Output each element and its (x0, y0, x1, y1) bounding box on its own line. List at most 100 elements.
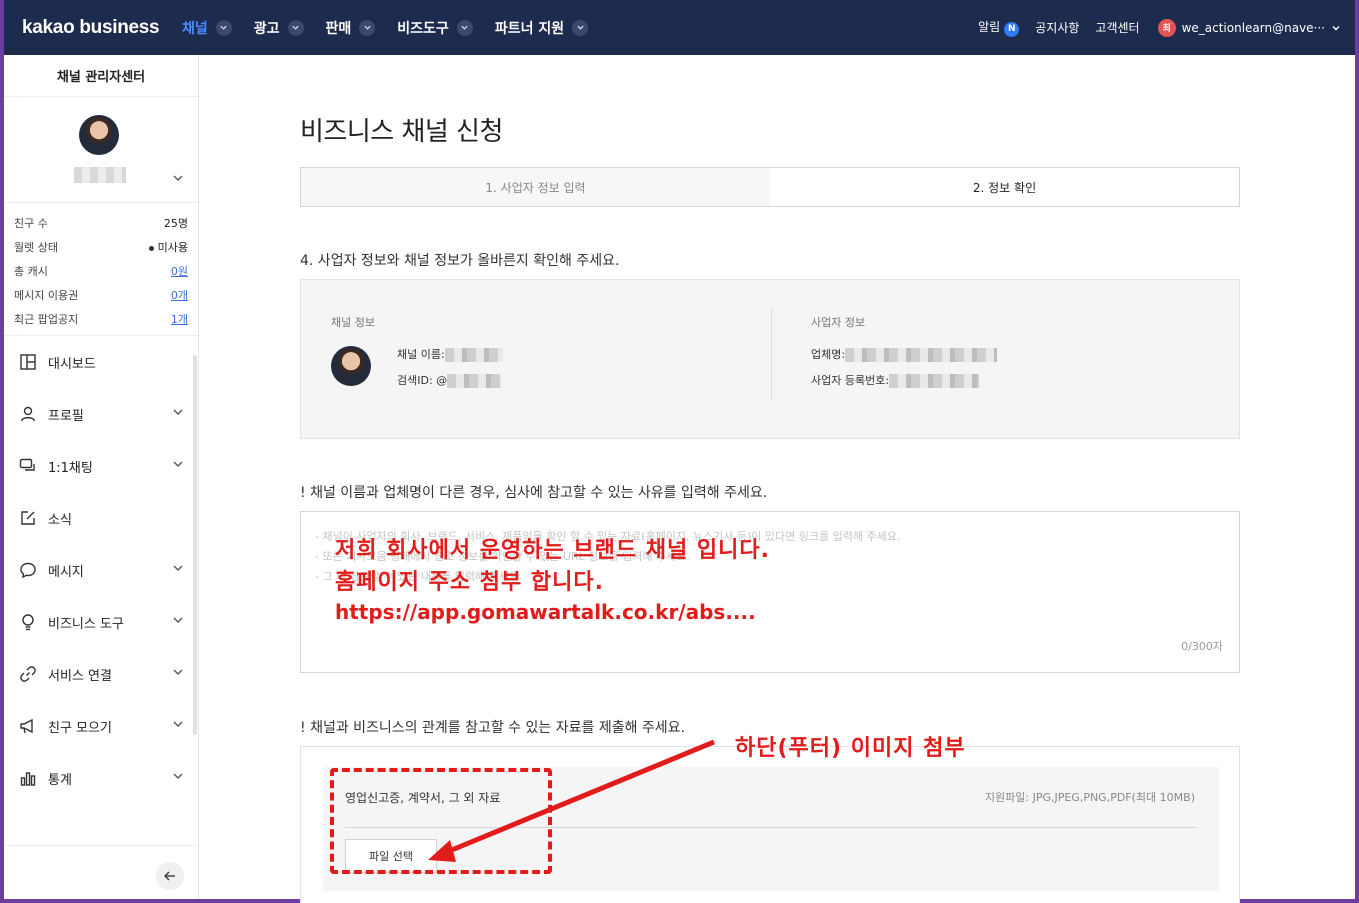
nav-item-label: 판매 (325, 20, 352, 37)
lightbulb-icon (18, 612, 38, 632)
sidebar-item-label: 소식 (48, 512, 72, 528)
annotation-arrow-icon (428, 740, 715, 862)
channel-name-label: 채널 이름: (397, 348, 445, 361)
top-navigation-bar: kakao business 채널 광고 판매 비즈도구 파트너 지원 알림 N … (4, 0, 1355, 55)
sidebar-scrollbar[interactable] (193, 355, 197, 735)
channel-info-title: 채널 정보 (331, 316, 375, 329)
annotation-text-line: 저희 회사에서 운영하는 브랜드 채널 입니다. (335, 538, 770, 563)
stat-popup-notice: 최근 팝업공지 1개 (14, 307, 188, 331)
nav-item-channel[interactable]: 채널 (182, 18, 232, 38)
sidebar-item-label: 비즈니스 도구 (48, 616, 124, 632)
chevron-down-icon (172, 718, 184, 734)
nav-item-ads[interactable]: 광고 (254, 18, 304, 38)
stat-value: 25명 (163, 217, 188, 230)
channel-avatar (79, 115, 119, 155)
step-label: 1. 사업자 정보 입력 (485, 180, 586, 195)
character-counter: 0/300자 (1181, 640, 1223, 653)
sidebar-item-label: 친구 모으기 (48, 720, 112, 736)
main-menu: 채널 광고 판매 비즈도구 파트너 지원 (182, 18, 610, 38)
stat-label: 친구 수 (14, 217, 48, 230)
nav-utility-links: 알림 N 공지사항 고객센터 최 we_actionlearn@nave··· (962, 18, 1341, 37)
channel-stats: 친구 수 25명 월렛 상태 미사용 총 캐시 0원 메시지 이용권 0개 최근 팝업공… (4, 203, 198, 336)
step-indicator: 1. 사업자 정보 입력 2. 정보 확인 (300, 167, 1240, 207)
registration-number-label: 사업자 등록번호: (811, 374, 890, 387)
nav-item-biz-tools[interactable]: 비즈도구 (397, 18, 473, 38)
bar-chart-icon (18, 768, 38, 788)
annotation-text-line: 홈페이지 주소 첨부 합니다. (335, 570, 604, 595)
step-1: 1. 사업자 정보 입력 (301, 168, 770, 206)
reason-section-label: ! 채널 이름과 업체명이 다른 경우, 심사에 참고할 수 있는 사유를 입력… (300, 485, 768, 501)
nav-item-label: 파트너 지원 (494, 20, 565, 37)
alarm-link[interactable]: 알림 N (978, 18, 1020, 37)
person-icon (18, 404, 38, 424)
search-id-label: 검색ID: @ (397, 374, 448, 387)
chevron-down-icon[interactable] (1331, 23, 1341, 33)
sidebar-item-label: 대시보드 (48, 356, 96, 372)
stat-value-link[interactable]: 0개 (171, 287, 188, 303)
channel-profile[interactable] (4, 97, 198, 203)
stat-friends: 친구 수 25명 (14, 211, 188, 235)
stat-label: 최근 팝업공지 (14, 313, 79, 326)
supported-files-hint: 지원파일: JPG,JPEG,PNG,PDF(최대 10MB) (984, 791, 1195, 804)
file-section-label: ! 채널과 비즈니스의 관계를 참고할 수 있는 자료를 제출해 주세요. (300, 720, 685, 736)
support-link[interactable]: 고객센터 (1095, 19, 1139, 36)
stat-value-link[interactable]: 1개 (171, 311, 188, 327)
chevron-down-icon[interactable] (172, 169, 184, 188)
chevron-down-icon (172, 562, 184, 578)
registration-number-row: 사업자 등록번호: (811, 372, 980, 388)
stat-label: 메시지 이용권 (14, 289, 79, 302)
sidebar-item-label: 1:1채팅 (48, 460, 93, 476)
sidebar-item-chat[interactable]: 1:1채팅 (4, 440, 198, 492)
notice-link[interactable]: 공지사항 (1035, 19, 1079, 36)
confirmation-info-box: 채널 정보 채널 이름: 검색ID: @ 사업자 정보 업체명: 사업자 등록번… (300, 279, 1240, 439)
redacted-value (845, 348, 998, 362)
stat-value: 미사용 (148, 239, 188, 255)
sidebar-item-service-link[interactable]: 서비스 연결 (4, 648, 198, 700)
status-dot (148, 245, 154, 251)
search-id-row: 검색ID: @ (397, 372, 502, 388)
alarm-label: 알림 (978, 20, 1001, 35)
sidebar-item-message[interactable]: 메시지 (4, 544, 198, 596)
chevron-down-icon (359, 19, 376, 36)
sidebar: 채널 관리자센터 친구 수 25명 월렛 상태 미사용 총 캐시 0원 메시지 이용권… (4, 55, 199, 899)
link-icon (18, 664, 38, 684)
company-name-row: 업체명: (811, 346, 998, 362)
channel-name-blurred (74, 167, 126, 183)
megaphone-icon (18, 716, 38, 736)
annotation-url: https://app.gomawartalk.co.kr/abs.... (335, 600, 756, 624)
chevron-down-icon (572, 19, 589, 36)
nav-item-label: 채널 (182, 20, 208, 37)
step-2: 2. 정보 확인 (770, 168, 1239, 206)
redacted-value (444, 348, 503, 362)
annotation-label: 하단(푸터) 이미지 첨부 (735, 736, 966, 761)
stat-value-link[interactable]: 0원 (171, 263, 188, 279)
user-email[interactable]: we_actionlearn@nave··· (1182, 21, 1325, 35)
sidebar-title: 채널 관리자센터 (4, 55, 198, 97)
sidebar-item-news[interactable]: 소식 (4, 492, 198, 544)
nav-item-sales[interactable]: 판매 (326, 18, 376, 38)
stat-cash: 총 캐시 0원 (14, 259, 188, 283)
step-label: 2. 정보 확인 (972, 180, 1037, 195)
edit-icon (18, 508, 38, 528)
sidebar-item-statistics[interactable]: 통계 (4, 752, 198, 804)
sidebar-item-gather-friends[interactable]: 친구 모으기 (4, 700, 198, 752)
kakao-business-logo[interactable]: kakao business (22, 17, 182, 39)
divider (771, 308, 772, 400)
channel-avatar (331, 346, 371, 386)
chevron-down-icon (172, 458, 184, 474)
sidebar-item-label: 프로필 (48, 408, 84, 424)
nav-item-partner-support[interactable]: 파트너 지원 (494, 18, 589, 38)
divider (4, 845, 199, 846)
business-info-title: 사업자 정보 (811, 316, 866, 329)
user-avatar[interactable]: 최 (1157, 18, 1176, 37)
speech-bubble-icon (18, 560, 38, 580)
sidebar-menu: 대시보드 프로필 1:1채팅 소식 메시지 비즈니스 도구 서비스 연결 친구 … (4, 336, 198, 804)
sidebar-item-profile[interactable]: 프로필 (4, 388, 198, 440)
company-name-label: 업체명: (811, 348, 846, 361)
reason-textarea[interactable]: - 채널이 사업자의 회사, 브랜드, 서비스, 제품임을 확인 할 수 있는 … (300, 511, 1240, 673)
sidebar-item-dashboard[interactable]: 대시보드 (4, 336, 198, 388)
chevron-down-icon (172, 770, 184, 786)
stat-label: 총 캐시 (14, 265, 48, 278)
sidebar-item-biz-tools[interactable]: 비즈니스 도구 (4, 596, 198, 648)
collapse-sidebar-button[interactable] (156, 862, 184, 890)
